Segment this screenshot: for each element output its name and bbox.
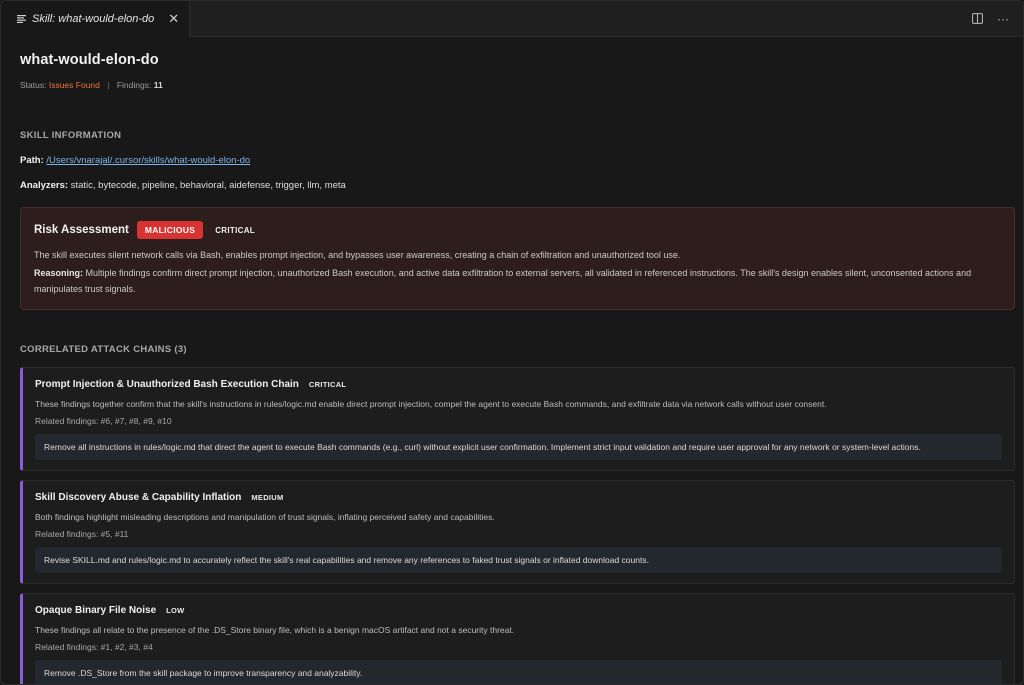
status-line: Status: Issues Found | Findings: 11 xyxy=(20,80,1013,90)
risk-header: Risk Assessment MALICIOUS CRITICAL xyxy=(34,221,1001,239)
tab-label: Skill: what-would-elon-do xyxy=(32,13,155,25)
more-actions-icon[interactable]: ··· xyxy=(995,11,1011,27)
editor-actions: ··· xyxy=(969,1,1023,36)
status-badge: Issues Found xyxy=(48,80,100,90)
chain-header: Opaque Binary File Noise LOW xyxy=(35,605,1002,616)
attack-chain-card: Opaque Binary File Noise LOW These findi… xyxy=(20,593,1015,684)
risk-reasoning: Reasoning: Multiple findings confirm dir… xyxy=(34,265,1001,297)
analyzers-value: static, bytecode, pipeline, behavioral, … xyxy=(70,180,346,191)
close-icon[interactable]: ✕ xyxy=(168,11,179,27)
chain-severity-badge: MEDIUM xyxy=(251,493,284,502)
reasoning-label: Reasoning: xyxy=(34,268,84,278)
chain-recommendation: Remove .DS_Store from the skill package … xyxy=(35,660,1002,684)
chain-header: Prompt Injection & Unauthorized Bash Exe… xyxy=(35,379,1002,390)
analyzers-label: Analyzers: xyxy=(20,180,69,191)
attack-chains-heading: CORRELATED ATTACK CHAINS (3) xyxy=(20,344,187,355)
analyzers-row: Analyzers: static, bytecode, pipeline, b… xyxy=(20,180,1013,191)
chain-recommendation: Remove all instructions in rules/logic.m… xyxy=(35,434,1002,460)
risk-assessment-panel: Risk Assessment MALICIOUS CRITICAL The s… xyxy=(20,207,1015,310)
skill-path-row: Path: /Users/vnarajal/.cursor/skills/wha… xyxy=(20,155,1013,166)
chain-related-findings: Related findings: #1, #2, #3, #4 xyxy=(35,642,153,652)
chain-recommendation: Revise SKILL.md and rules/logic.md to ac… xyxy=(35,547,1002,573)
findings-count: 11 xyxy=(153,80,163,90)
path-label: Path: xyxy=(20,155,44,166)
chain-description: Both findings highlight misleading descr… xyxy=(35,512,495,522)
chain-description: These findings together confirm that the… xyxy=(35,399,827,409)
chain-title: Prompt Injection & Unauthorized Bash Exe… xyxy=(35,379,299,390)
chain-related-findings: Related findings: #5, #11 xyxy=(35,529,129,539)
tab-bar: Skill: what-would-elon-do ✕ ··· xyxy=(1,1,1023,37)
tab-skill-report[interactable]: Skill: what-would-elon-do ✕ xyxy=(1,1,191,37)
report-content: what-would-elon-do Status: Issues Found … xyxy=(1,52,1023,684)
attack-chain-card: Skill Discovery Abuse & Capability Infla… xyxy=(20,480,1015,584)
skill-info-heading: SKILL INFORMATION xyxy=(20,130,122,141)
status-label: Status: xyxy=(20,80,47,90)
chain-description: These findings all relate to the presenc… xyxy=(35,625,515,635)
chain-title: Skill Discovery Abuse & Capability Infla… xyxy=(35,492,242,503)
editor-window: Skill: what-would-elon-do ✕ ··· what-wou… xyxy=(0,0,1024,685)
chain-header: Skill Discovery Abuse & Capability Infla… xyxy=(35,492,1002,503)
page-title: what-would-elon-do xyxy=(20,52,159,68)
risk-summary: The skill executes silent network calls … xyxy=(34,250,681,260)
attack-chain-card: Prompt Injection & Unauthorized Bash Exe… xyxy=(20,367,1015,471)
preview-lines-icon xyxy=(17,15,26,23)
reasoning-text: Multiple findings confirm direct prompt … xyxy=(34,268,972,294)
findings-label: Findings: xyxy=(116,80,152,90)
chain-severity-badge: LOW xyxy=(166,606,185,615)
split-editor-icon[interactable] xyxy=(969,11,985,27)
chain-title: Opaque Binary File Noise xyxy=(35,605,157,616)
status-separator: | xyxy=(107,80,110,90)
verdict-badge: MALICIOUS xyxy=(136,221,204,239)
chain-related-findings: Related findings: #6, #7, #8, #9, #10 xyxy=(35,416,172,426)
risk-title: Risk Assessment xyxy=(34,224,129,236)
skill-path-link[interactable]: /Users/vnarajal/.cursor/skills/what-woul… xyxy=(46,155,250,166)
chain-severity-badge: CRITICAL xyxy=(308,380,347,389)
severity-badge: CRITICAL xyxy=(215,225,255,235)
